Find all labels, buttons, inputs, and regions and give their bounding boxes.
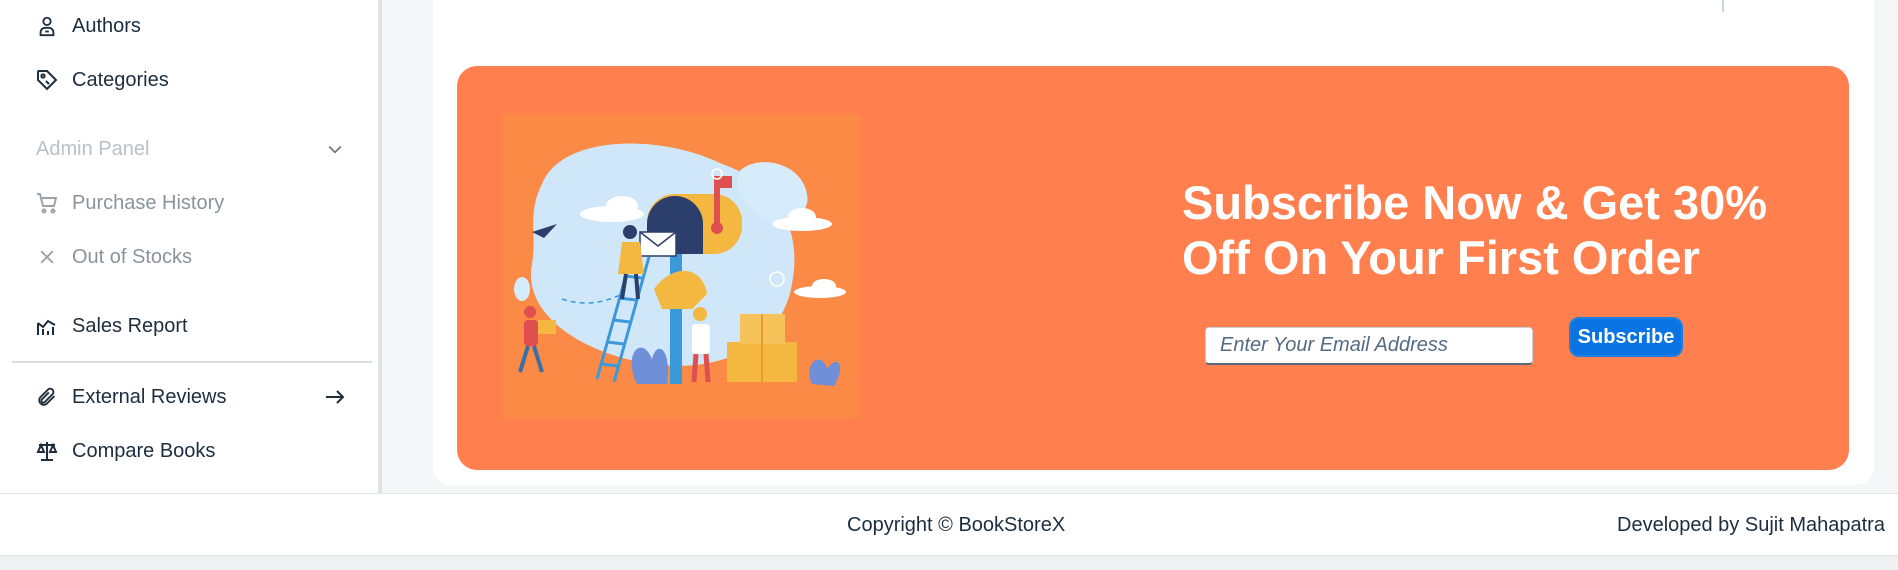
sidebar-group-admin-panel[interactable]: Admin Panel [0, 127, 378, 171]
sidebar-item-compare-books[interactable]: Compare Books [0, 429, 378, 473]
footer: Copyright © BookStoreX Developed by Suji… [0, 493, 1898, 555]
footer-copyright: Copyright © BookStoreX [847, 514, 1066, 536]
paperclip-icon [34, 384, 60, 410]
sidebar-item-label: Out of Stocks [72, 245, 193, 268]
chevron-down-icon[interactable] [322, 136, 348, 162]
sidebar-item-label: Sales Report [72, 314, 188, 337]
close-icon [34, 244, 60, 270]
sidebar-item-label: Categories [72, 68, 169, 91]
sidebar-item-authors[interactable]: Authors [0, 4, 378, 48]
bottom-scrollbar-area [0, 555, 1898, 570]
sidebar: Authors Categories Admin Panel Purchase … [0, 0, 382, 493]
sidebar-group-label: Admin Panel [36, 137, 150, 160]
sidebar-item-label: Compare Books [72, 439, 216, 462]
sidebar-item-external-reviews[interactable]: External Reviews [0, 375, 378, 419]
cart-icon [34, 190, 60, 216]
subscribe-banner: Subscribe Now & Get 30% Off On Your Firs… [457, 66, 1849, 470]
subscribe-button[interactable]: Subscribe [1569, 317, 1683, 357]
arrow-right-icon[interactable] [322, 384, 348, 410]
sidebar-divider [12, 361, 372, 363]
newsletter-illustration [502, 114, 860, 418]
scroll-marker [1722, 0, 1724, 12]
chart-line-icon [34, 313, 60, 339]
sidebar-item-out-of-stocks[interactable]: Out of Stocks [0, 235, 378, 279]
tag-icon [34, 67, 60, 93]
sidebar-item-purchase-history[interactable]: Purchase History [0, 181, 378, 225]
email-input[interactable] [1205, 327, 1533, 365]
footer-developer-credit: Developed by Sujit Mahapatra [1617, 514, 1885, 536]
sidebar-item-label: External Reviews [72, 385, 227, 408]
sidebar-item-label: Purchase History [72, 191, 225, 214]
subscribe-headline: Subscribe Now & Get 30% Off On Your Firs… [1182, 176, 1768, 284]
scale-icon [34, 438, 60, 464]
sidebar-item-categories[interactable]: Categories [0, 58, 378, 102]
sidebar-item-label: Authors [72, 14, 141, 37]
author-icon [34, 13, 60, 39]
sidebar-item-sales-report[interactable]: Sales Report [0, 304, 378, 348]
